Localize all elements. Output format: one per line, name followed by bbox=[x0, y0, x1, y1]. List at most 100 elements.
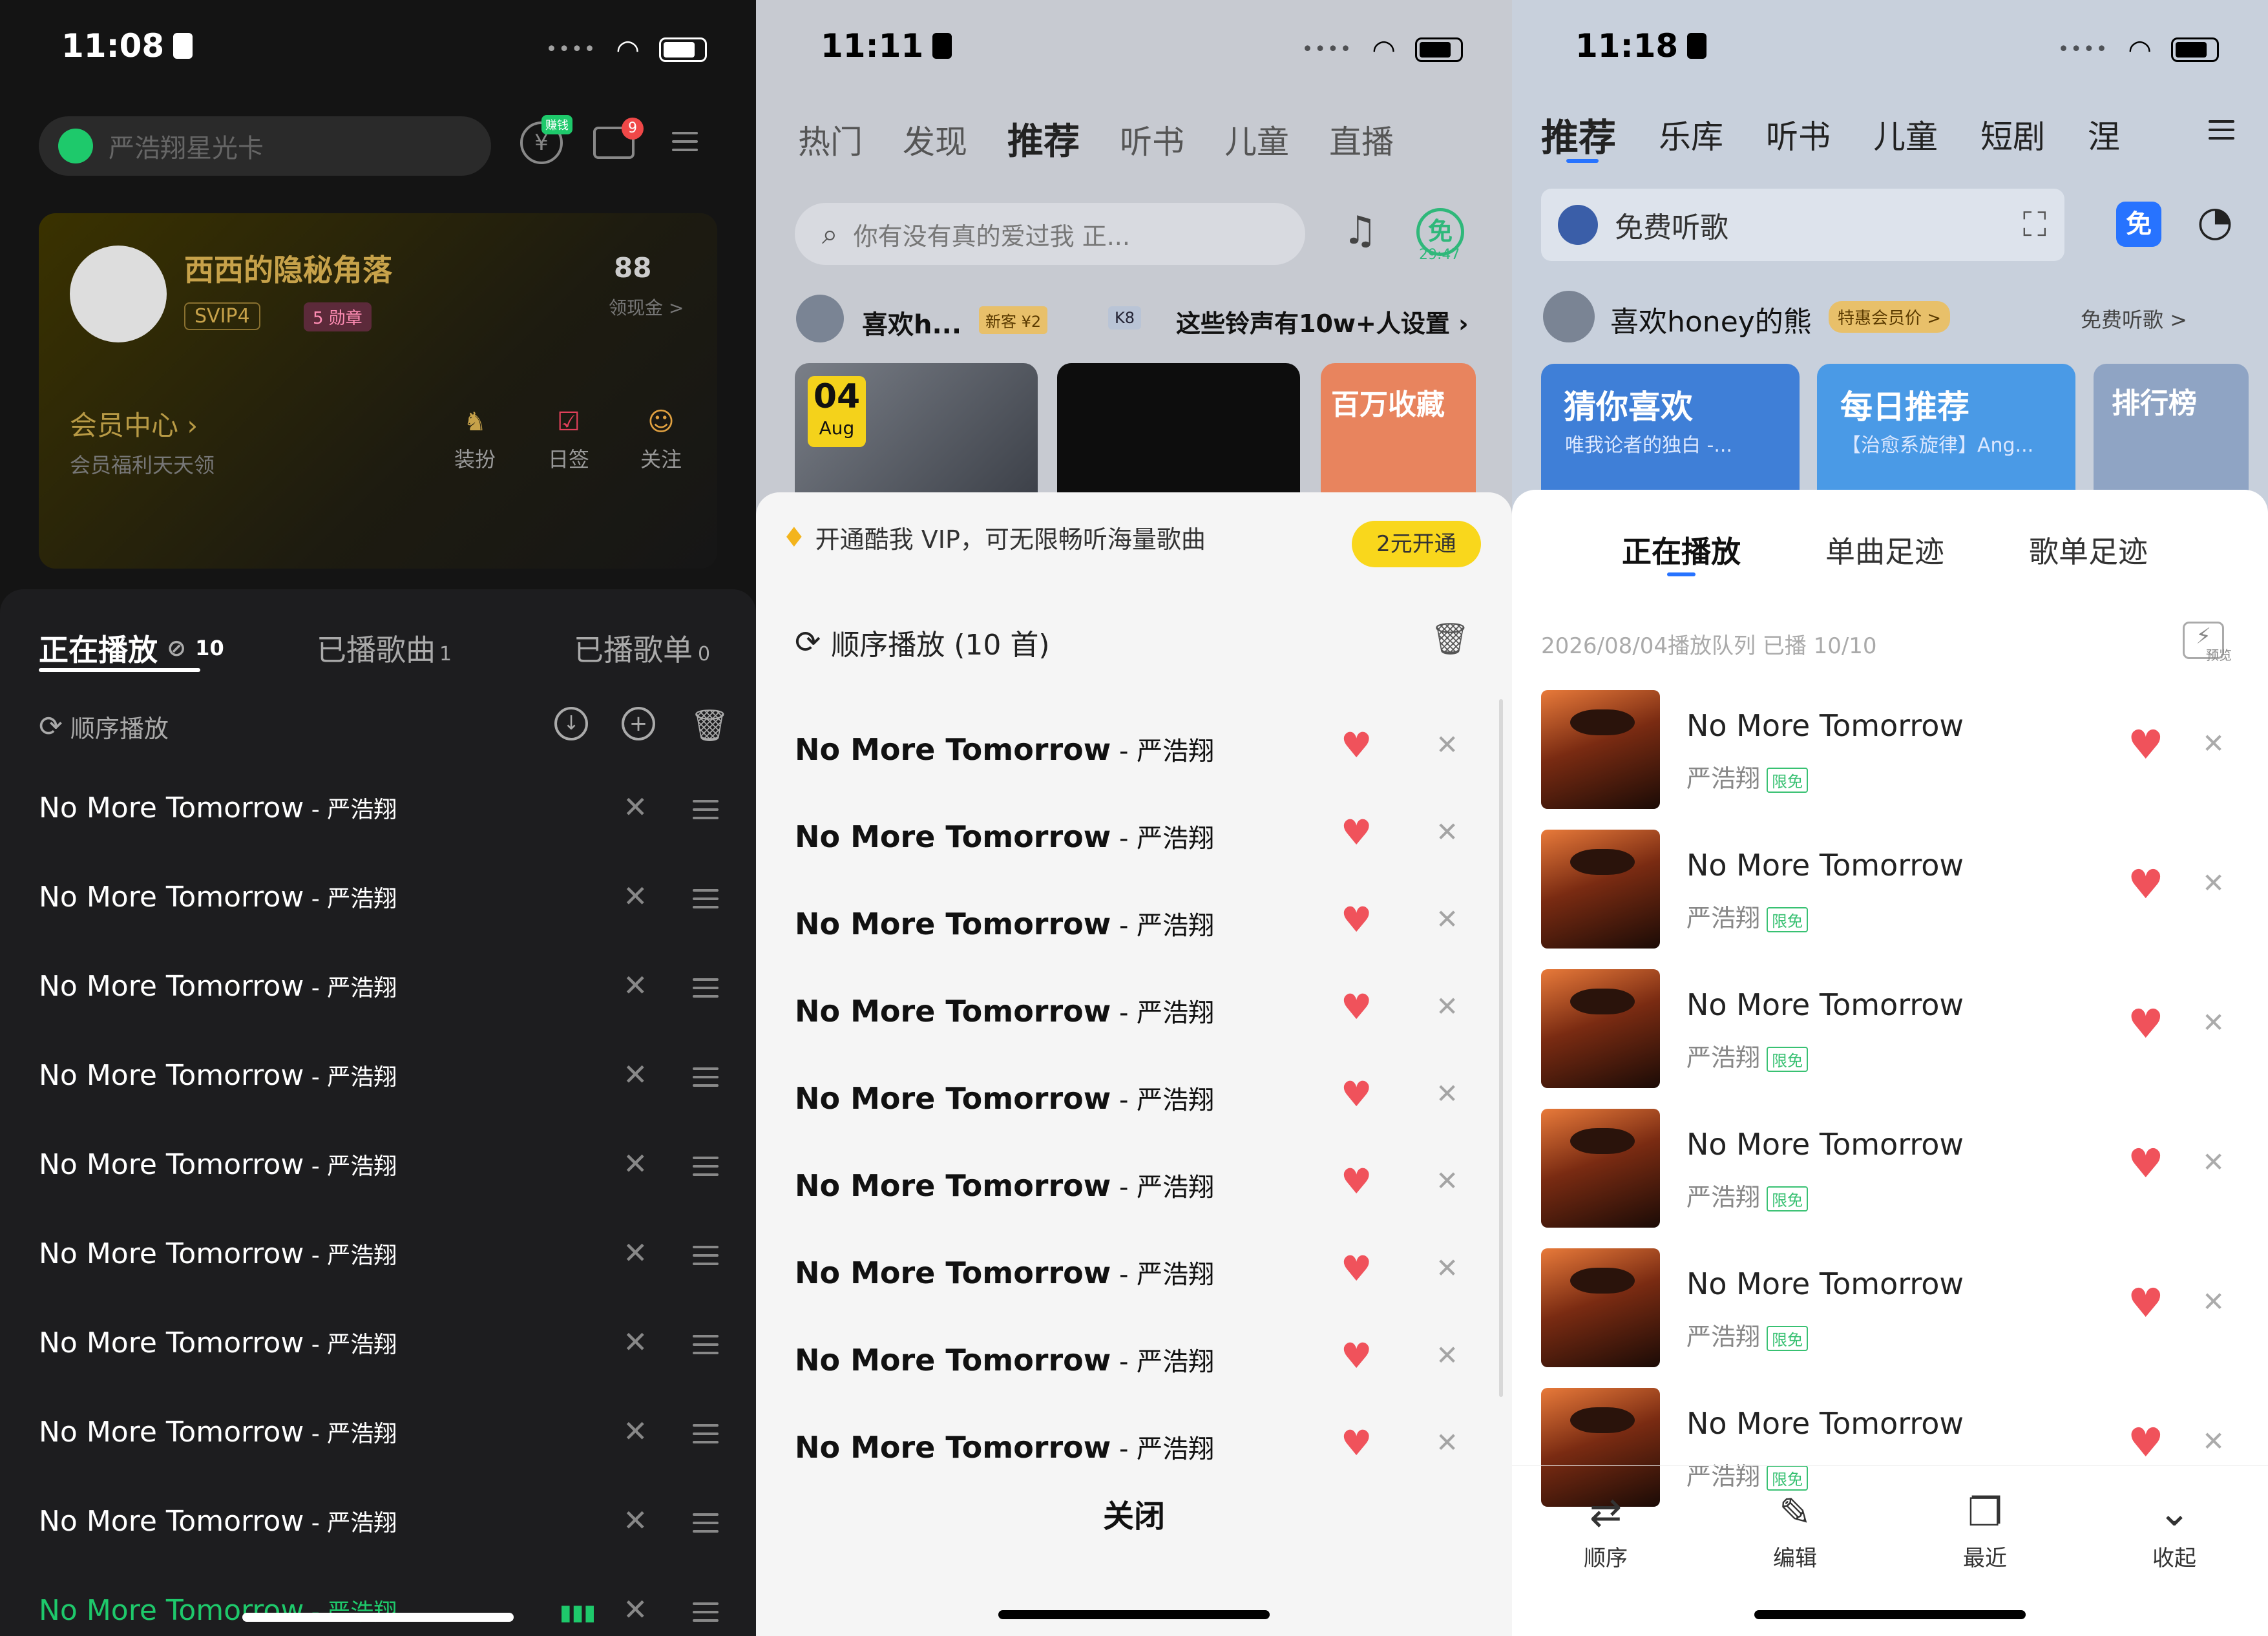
remove-icon[interactable]: ✕ bbox=[1436, 729, 1458, 760]
add-icon[interactable]: + bbox=[622, 707, 655, 740]
user-name[interactable]: 喜欢honey的熊 bbox=[1610, 299, 1812, 340]
tab-playing[interactable]: 正在播放 ⊘ 10 bbox=[39, 627, 224, 669]
vip-open-button[interactable]: 2元开通 bbox=[1352, 521, 1481, 567]
nav-kids[interactable]: 儿童 bbox=[1873, 111, 1938, 162]
remove-icon[interactable]: ✕ bbox=[623, 879, 648, 914]
drag-handle-icon[interactable] bbox=[693, 889, 719, 908]
drag-handle-icon[interactable] bbox=[693, 1513, 719, 1533]
toolbar-order[interactable]: ⇄ 顺序 bbox=[1541, 1485, 1670, 1572]
nav-live[interactable]: 直播 bbox=[1329, 116, 1394, 165]
gold-label[interactable]: 领现金 > bbox=[609, 294, 684, 320]
remove-icon[interactable]: ✕ bbox=[1436, 816, 1458, 848]
shortcut-follow[interactable]: ☺ 关注 bbox=[632, 407, 690, 473]
download-icon[interactable]: ↓ bbox=[554, 707, 588, 740]
song-row[interactable]: No More Tomorrow - 严浩翔 ✕ bbox=[0, 1128, 756, 1217]
remove-icon[interactable]: ✕ bbox=[623, 790, 648, 824]
remove-icon[interactable]: ✕ bbox=[1436, 1078, 1458, 1109]
song-row[interactable]: No More Tomorrow - 严浩翔 ♥ ✕ bbox=[756, 1142, 1512, 1229]
song-row[interactable]: No More Tomorrow - 严浩翔 ♥ ✕ bbox=[756, 793, 1512, 880]
member-center[interactable]: 会员中心 › bbox=[70, 404, 198, 443]
nav-kids[interactable]: 儿童 bbox=[1224, 116, 1289, 165]
vip-banner[interactable]: ♦ 开通酷我 VIP，可无限畅听海量歌曲 bbox=[782, 519, 1206, 555]
song-row[interactable]: No More Tomorrow - 严浩翔 ✕ bbox=[0, 861, 756, 950]
heart-icon[interactable]: ♥ bbox=[1341, 987, 1372, 1027]
tab-played-songs[interactable]: 已播歌曲 1 bbox=[317, 627, 452, 669]
vip-badge[interactable]: SVIP4 bbox=[184, 302, 260, 330]
heart-icon[interactable]: ♥ bbox=[1341, 1423, 1372, 1463]
remove-icon[interactable]: ✕ bbox=[623, 1414, 648, 1449]
remove-icon[interactable]: ✕ bbox=[2202, 728, 2225, 759]
heart-icon[interactable]: ♥ bbox=[2128, 1000, 2164, 1047]
song-row[interactable]: No More Tomorrow - 严浩翔 ♥ ✕ bbox=[756, 1403, 1512, 1491]
search-bar[interactable]: 严浩翔星光卡 bbox=[39, 116, 491, 176]
heart-icon[interactable]: ♥ bbox=[1341, 725, 1372, 766]
remove-icon[interactable]: ✕ bbox=[623, 1325, 648, 1359]
remove-icon[interactable]: ✕ bbox=[1436, 903, 1458, 935]
remove-icon[interactable]: ✕ bbox=[623, 1146, 648, 1181]
toolbar-edit[interactable]: ✎ 编辑 bbox=[1730, 1485, 1860, 1572]
song-row[interactable]: No More Tomorrow 严浩翔 限免 ♥ ✕ bbox=[1512, 969, 2268, 1109]
remove-icon[interactable]: ✕ bbox=[623, 968, 648, 1003]
nav-recommend[interactable]: 推荐 bbox=[1007, 112, 1080, 165]
play-mode[interactable]: ⟳ 顺序播放 (10 首) bbox=[795, 622, 1050, 663]
drag-handle-icon[interactable] bbox=[693, 800, 719, 819]
drag-handle-icon[interactable] bbox=[693, 1246, 719, 1265]
avatar[interactable] bbox=[796, 295, 844, 342]
song-row[interactable]: No More Tomorrow - 严浩翔 ✕ bbox=[0, 1485, 756, 1574]
heart-icon[interactable]: ♥ bbox=[2128, 861, 2164, 908]
heart-icon[interactable]: ♥ bbox=[1341, 899, 1372, 940]
nav-more[interactable]: 涅 bbox=[2088, 111, 2120, 162]
ringtone-promo[interactable]: 这些铃声有10w+人设置 › bbox=[1176, 304, 1469, 339]
remove-icon[interactable]: ✕ bbox=[1436, 991, 1458, 1022]
avatar[interactable] bbox=[70, 246, 167, 342]
menu-icon[interactable] bbox=[2209, 120, 2234, 140]
tab-song-history[interactable]: 单曲足迹 bbox=[1825, 529, 1944, 571]
nav-discover[interactable]: 发现 bbox=[903, 116, 967, 165]
voice-recognize-icon[interactable]: ♫ bbox=[1343, 208, 1378, 253]
tab-played-lists[interactable]: 已播歌单 0 bbox=[574, 627, 710, 669]
nav-hot[interactable]: 热门 bbox=[798, 116, 863, 165]
song-row[interactable]: No More Tomorrow 严浩翔 限免 ♥ ✕ bbox=[1512, 830, 2268, 969]
song-row[interactable]: No More Tomorrow - 严浩翔 ♥ ✕ bbox=[756, 1229, 1512, 1316]
vip-price-badge[interactable]: 特惠会员价 > bbox=[1829, 301, 1951, 333]
free-icon[interactable]: 免 bbox=[2116, 202, 2161, 247]
heart-icon[interactable]: ♥ bbox=[2128, 721, 2164, 768]
remove-icon[interactable]: ✕ bbox=[2202, 867, 2225, 899]
song-row[interactable]: No More Tomorrow - 严浩翔 ✕ bbox=[0, 1217, 756, 1306]
heart-icon[interactable]: ♥ bbox=[1341, 1248, 1372, 1289]
remove-icon[interactable]: ✕ bbox=[1436, 1165, 1458, 1197]
heart-icon[interactable]: ♥ bbox=[1341, 1074, 1372, 1115]
free-listen-link[interactable]: 免费听歌 > bbox=[2081, 304, 2187, 333]
song-row[interactable]: No More Tomorrow - 严浩翔 ▮▮▮ ✕ bbox=[0, 1574, 756, 1636]
menu-icon[interactable] bbox=[672, 132, 698, 151]
trash-icon[interactable]: 🗑 bbox=[690, 707, 730, 744]
remove-icon[interactable]: ✕ bbox=[1436, 1339, 1458, 1371]
song-row[interactable]: No More Tomorrow - 严浩翔 ♥ ✕ bbox=[756, 1054, 1512, 1142]
song-row[interactable]: No More Tomorrow - 严浩翔 ✕ bbox=[0, 1396, 756, 1485]
nav-recommend[interactable]: 推荐 bbox=[1541, 107, 1616, 162]
remove-icon[interactable]: ✕ bbox=[2202, 1425, 2225, 1457]
nav-audiobook[interactable]: 听书 bbox=[1120, 116, 1184, 165]
remove-icon[interactable]: ✕ bbox=[623, 1235, 648, 1270]
tab-playing[interactable]: 正在播放 bbox=[1622, 529, 1741, 571]
play-mode[interactable]: ⟳ 顺序播放 bbox=[39, 709, 169, 744]
drag-handle-icon[interactable] bbox=[693, 1067, 719, 1087]
drag-handle-icon[interactable] bbox=[693, 1424, 719, 1443]
remove-icon[interactable]: ✕ bbox=[2202, 1146, 2225, 1178]
recommend-card-2[interactable] bbox=[1057, 363, 1300, 512]
nav-short-drama[interactable]: 短剧 bbox=[1980, 111, 2045, 162]
shortcut-outfit[interactable]: ♞ 装扮 bbox=[446, 407, 504, 473]
toolbar-collapse[interactable]: ⌄ 收起 bbox=[2110, 1485, 2239, 1572]
medal-badge[interactable]: 5 勋章 bbox=[304, 302, 372, 331]
heart-icon[interactable]: ♥ bbox=[1341, 812, 1372, 853]
close-button[interactable]: 关闭 bbox=[756, 1491, 1512, 1536]
song-row[interactable]: No More Tomorrow - 严浩翔 ♥ ✕ bbox=[756, 880, 1512, 967]
shortcut-checkin[interactable]: ☑ 日签 bbox=[540, 407, 598, 473]
remove-icon[interactable]: ✕ bbox=[2202, 1286, 2225, 1317]
remove-icon[interactable]: ✕ bbox=[623, 1503, 648, 1538]
heart-icon[interactable]: ♥ bbox=[2128, 1279, 2164, 1327]
song-row[interactable]: No More Tomorrow - 严浩翔 ✕ bbox=[0, 950, 756, 1039]
nav-audiobook[interactable]: 听书 bbox=[1766, 111, 1831, 162]
song-row[interactable]: No More Tomorrow - 严浩翔 ♥ ✕ bbox=[756, 1316, 1512, 1403]
user-name[interactable]: 西西的隐秘角落 bbox=[184, 247, 392, 289]
